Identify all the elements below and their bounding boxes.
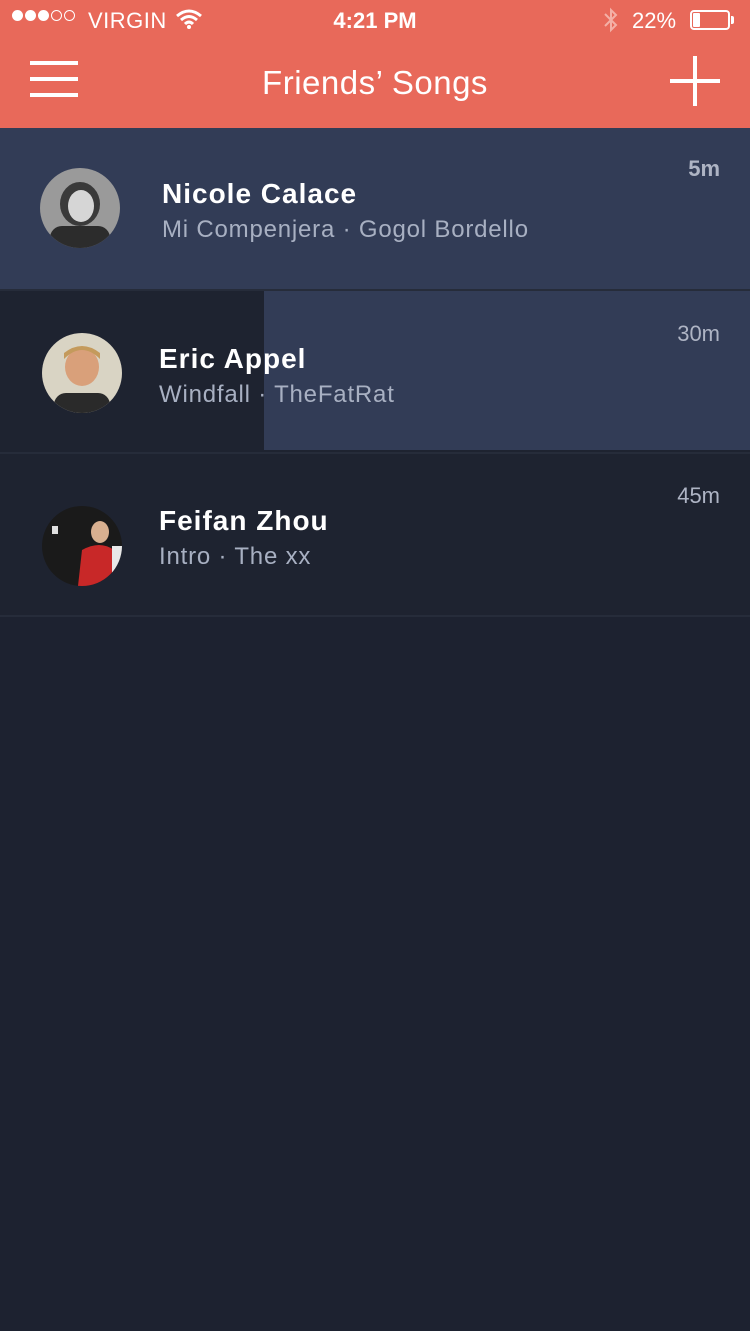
artist-name: The xx [234, 543, 312, 570]
time-ago: 45m [677, 483, 720, 508]
song-title: Windfall [159, 381, 251, 408]
avatar [42, 506, 122, 586]
song-info: Intro · The xx [159, 543, 311, 571]
status-bar: VIRGIN 4:21 PM 22% [0, 0, 750, 40]
separator: · [258, 381, 268, 408]
friend-name: Feifan Zhou [159, 505, 329, 536]
battery-percentage: 22% [632, 8, 677, 33]
list-item[interactable]: Feifan Zhou Intro · The xx 45m [0, 454, 750, 617]
battery-icon [690, 10, 734, 30]
avatar [40, 168, 120, 248]
time-ago: 5m [688, 156, 720, 181]
friend-name: Eric Appel [159, 343, 307, 374]
avatar [42, 333, 122, 413]
artist-name: TheFatRat [274, 381, 395, 408]
row-highlight [264, 291, 750, 450]
song-info: Windfall · TheFatRat [159, 381, 395, 409]
bluetooth-icon [602, 7, 620, 39]
song-title: Intro [159, 543, 212, 570]
app-header: VIRGIN 4:21 PM 22% Friends’ Songs [0, 0, 750, 128]
plus-icon[interactable] [670, 56, 720, 106]
separator: · [342, 216, 352, 243]
time-ago: 30m [677, 321, 720, 346]
divider [0, 615, 750, 617]
separator: · [218, 543, 228, 570]
list-item[interactable]: Nicole Calace Mi Compenjera · Gogol Bord… [0, 128, 750, 291]
artist-name: Gogol Bordello [358, 216, 529, 243]
friend-name: Nicole Calace [162, 178, 358, 209]
page-title: Friends’ Songs [262, 64, 488, 101]
song-info: Mi Compenjera · Gogol Bordello [162, 216, 529, 244]
song-title: Mi Compenjera [162, 216, 336, 243]
list-item[interactable]: Eric Appel Windfall · TheFatRat 30m [0, 291, 750, 454]
